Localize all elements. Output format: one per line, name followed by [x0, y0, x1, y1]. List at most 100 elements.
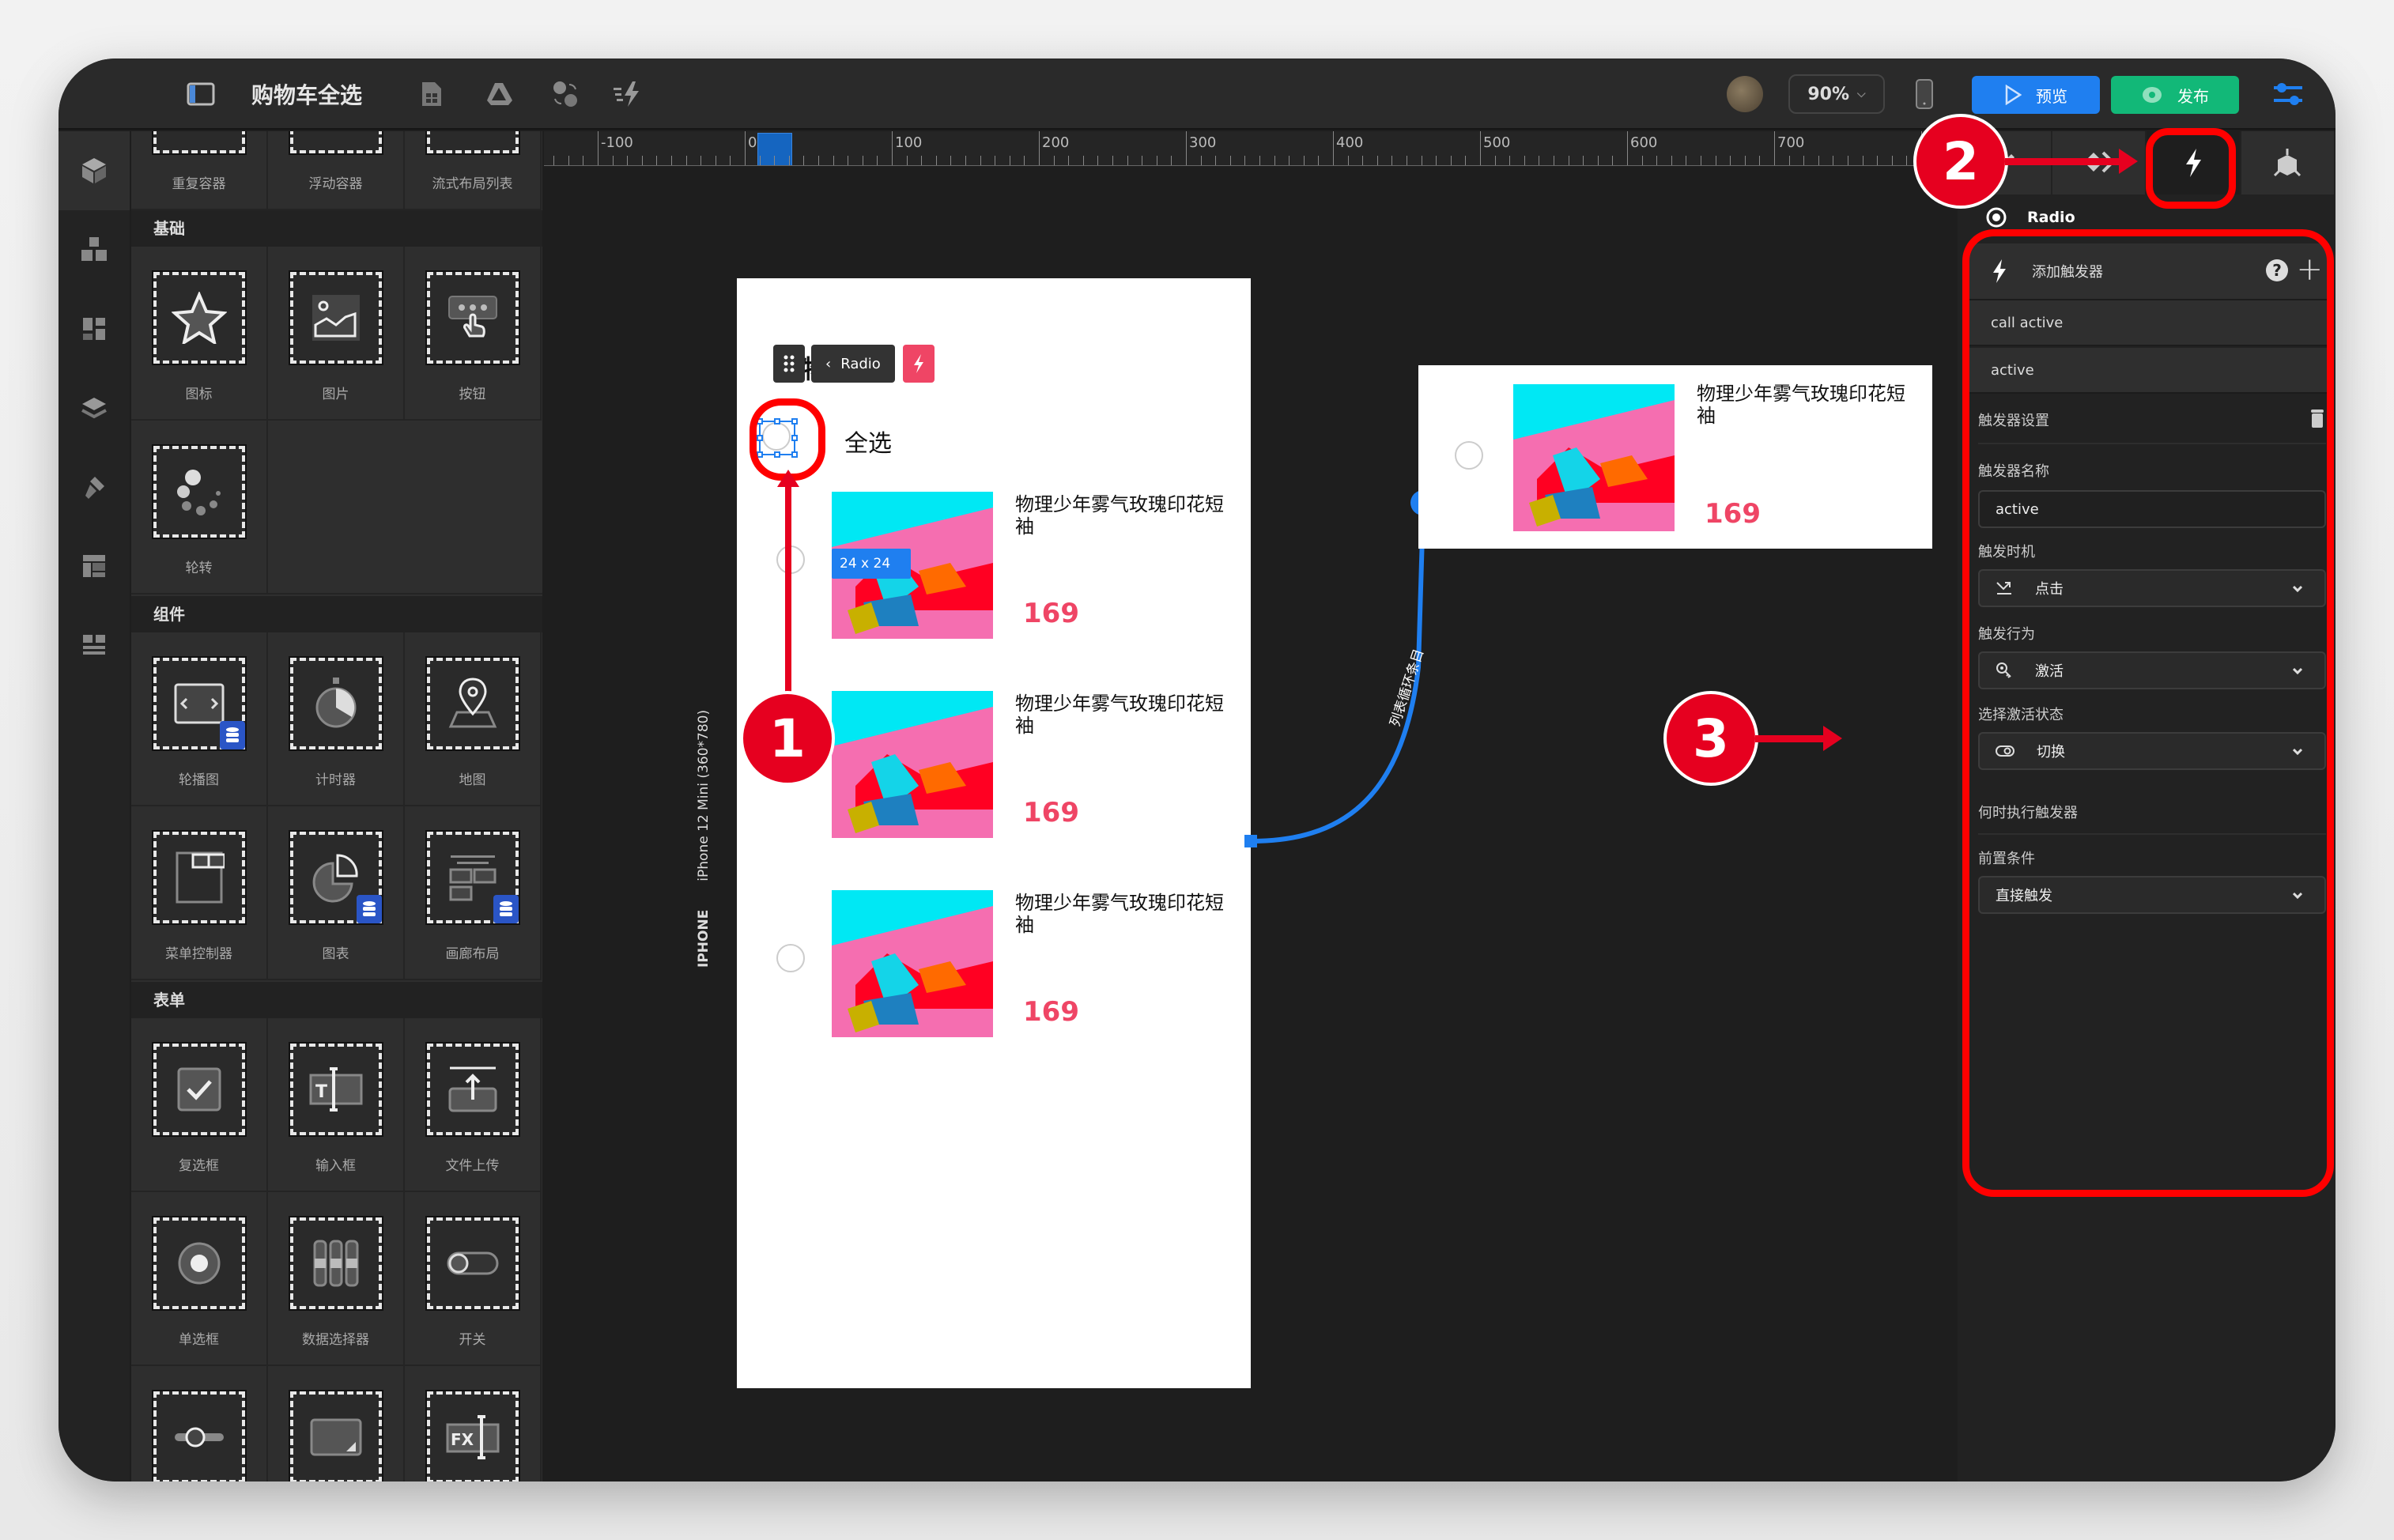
list-layout-icon[interactable]	[59, 606, 130, 685]
page-icon[interactable]	[421, 59, 443, 130]
component-label: 数据选择器	[302, 1332, 369, 1348]
component-carousel[interactable]: 轮播图	[131, 632, 268, 806]
settings-sliders-icon[interactable]	[2272, 59, 2304, 130]
publish-button[interactable]: 发布	[2111, 76, 2239, 114]
component-timer[interactable]: 计时器	[268, 632, 405, 806]
device-icon[interactable]	[1915, 59, 1934, 130]
sidebar-toggle-icon[interactable]	[187, 59, 215, 130]
ruler-tick	[1509, 156, 1511, 165]
ruler-tick	[1788, 156, 1790, 165]
component-gallery[interactable]: 画廊布局	[405, 806, 542, 980]
upload-icon	[448, 1066, 497, 1112]
item-radio[interactable]	[776, 944, 805, 972]
ruler-tick	[1171, 156, 1172, 165]
ruler-tick	[1244, 156, 1246, 165]
component-input[interactable]: T 输入框	[268, 1018, 405, 1192]
section-basic: 基础	[131, 210, 542, 247]
ruler-tick	[1215, 156, 1217, 165]
ruler-tick	[1318, 156, 1320, 165]
component-map[interactable]: 地图	[405, 632, 542, 806]
ruler-label: 200	[1042, 134, 1070, 151]
component-repeat-container[interactable]: 重复容器	[131, 131, 268, 210]
ruler-tick	[1524, 156, 1525, 165]
ruler-tick	[950, 156, 952, 165]
component-label: 图片	[322, 387, 349, 402]
tab-logic[interactable]	[2241, 131, 2335, 194]
ruler-tick	[1671, 156, 1672, 165]
ruler-label: 700	[1777, 134, 1805, 151]
component-textarea[interactable]	[268, 1366, 405, 1481]
database-icon	[219, 721, 245, 749]
component-menu-controller[interactable]: 菜单控制器	[131, 806, 268, 980]
preview-button[interactable]: 预览	[1972, 76, 2100, 114]
component-radio[interactable]: 单选框	[131, 1192, 268, 1366]
ruler-label: 600	[1630, 134, 1658, 151]
user-avatar[interactable]	[1727, 59, 1763, 130]
product-image	[1513, 384, 1675, 531]
ruler-tick	[1436, 156, 1437, 165]
left-icon-rail	[59, 131, 130, 1481]
layout-icon[interactable]	[59, 527, 130, 606]
list-item-template-preview[interactable]: 物理少年雾气玫瑰印花短袖 169	[1418, 365, 1932, 549]
ruler-tick	[553, 156, 555, 165]
ruler-tick	[1641, 156, 1643, 165]
annotation-badge-3: 3	[1663, 691, 1758, 786]
component-image[interactable]: 图片	[268, 247, 405, 421]
drag-handle-icon[interactable]	[773, 345, 805, 383]
component-floating-toolbar: ‹ Radio	[773, 345, 935, 383]
product-image	[832, 890, 993, 1037]
component-switch[interactable]: 开关	[405, 1192, 542, 1366]
component-label: 开关	[459, 1332, 486, 1348]
trigger-flow-icon[interactable]	[612, 59, 644, 130]
ruler-tick	[818, 156, 819, 165]
component-label: 地图	[459, 772, 486, 788]
ruler-label: 300	[1189, 134, 1217, 151]
layers-icon[interactable]	[59, 368, 130, 447]
list-item[interactable]: 物理少年雾气玫瑰印花短袖 169	[737, 885, 1251, 1067]
select-parent-button[interactable]: ‹ Radio	[811, 345, 895, 383]
zoom-dropdown[interactable]: 90% ⌵	[1788, 74, 1885, 114]
drive-icon[interactable]	[485, 59, 514, 130]
trigger-bolt-button[interactable]	[902, 345, 935, 383]
ruler-tick	[656, 156, 658, 165]
ruler-tick	[685, 156, 687, 165]
cube-icon[interactable]	[59, 131, 130, 210]
eye-icon	[2143, 87, 2162, 103]
logic-icon[interactable]	[552, 59, 579, 130]
list-item[interactable]: 物理少年雾气玫瑰印花短袖 169	[737, 487, 1251, 669]
component-label: 复选框	[179, 1158, 219, 1174]
product-image	[832, 691, 993, 838]
component-data-picker[interactable]: 数据选择器	[268, 1192, 405, 1366]
annotation-arrow-3	[1755, 735, 1826, 742]
component-button[interactable]: 按钮	[405, 247, 542, 421]
ruler-tick	[1127, 156, 1128, 165]
component-spinner[interactable]: 轮转	[131, 421, 268, 594]
component-icon[interactable]: 图标	[131, 247, 268, 421]
component-slider[interactable]	[131, 1366, 268, 1481]
carousel-icon	[174, 683, 224, 724]
horizontal-ruler: -1000100200300400500600700800	[544, 131, 2007, 166]
repeat-container-icon	[151, 131, 247, 155]
component-label: 重复容器	[172, 176, 226, 192]
annotation-arrowhead-1	[777, 470, 799, 487]
ruler-tick	[1039, 131, 1040, 165]
components-icon[interactable]	[59, 210, 130, 289]
item-radio[interactable]	[1455, 441, 1483, 470]
annotation-ring-trigger-tab	[2146, 128, 2236, 209]
component-name: Radio	[2027, 209, 2075, 226]
ruler-tick	[671, 156, 672, 165]
component-flow-list[interactable]: 流式布局列表	[405, 131, 542, 210]
ruler-tick	[892, 131, 893, 165]
ruler-tick	[1289, 156, 1290, 165]
component-formula[interactable]: FX	[405, 1366, 542, 1481]
component-floating-container[interactable]: 浮动容器	[268, 131, 405, 210]
brush-icon[interactable]	[59, 447, 130, 527]
gallery-icon	[449, 855, 496, 901]
component-checkbox[interactable]: 复选框	[131, 1018, 268, 1192]
component-chart[interactable]: 图表	[268, 806, 405, 980]
component-file-upload[interactable]: 文件上传	[405, 1018, 542, 1192]
component-label: 文件上传	[445, 1158, 500, 1174]
device-label: IPHONE iPhone 12 Mini (360*780)	[696, 710, 712, 968]
ruler-tick	[1391, 156, 1393, 165]
dashboard-icon[interactable]	[59, 289, 130, 368]
